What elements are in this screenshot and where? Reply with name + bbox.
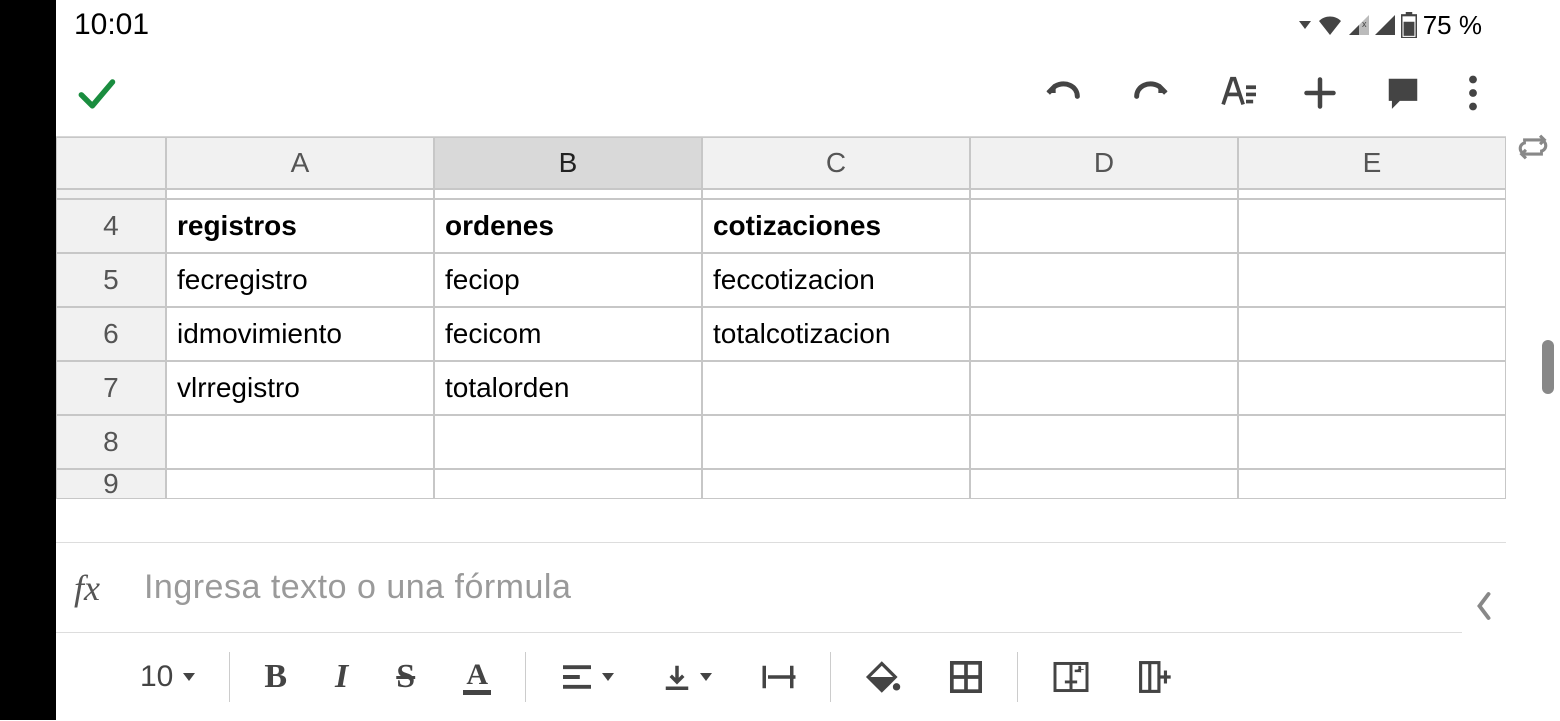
strike-button[interactable]: S xyxy=(372,633,439,721)
cell-A8[interactable] xyxy=(166,415,434,469)
svg-text:+: + xyxy=(1077,662,1084,676)
cell-E9[interactable] xyxy=(1238,469,1506,499)
insert-col-button[interactable] xyxy=(1114,633,1196,721)
cell-D4[interactable] xyxy=(970,199,1238,253)
cell-D9[interactable] xyxy=(970,469,1238,499)
cell-A5[interactable]: fecregistro xyxy=(166,253,434,307)
status-time: 10:01 xyxy=(74,8,149,42)
row-spacer xyxy=(56,189,166,199)
cell-C8[interactable] xyxy=(702,415,970,469)
format-toolbar: 10 B I S A xyxy=(56,632,1506,720)
cell-C6[interactable]: totalcotizacion xyxy=(702,307,970,361)
collapse-chevron[interactable] xyxy=(1462,566,1506,646)
col-header-B[interactable]: B xyxy=(434,137,702,189)
more-button[interactable] xyxy=(1468,75,1478,111)
cell-C9[interactable] xyxy=(702,469,970,499)
row-header-4[interactable]: 4 xyxy=(56,199,166,253)
cell-B7[interactable]: totalorden xyxy=(434,361,702,415)
font-size-dropdown[interactable]: 10 xyxy=(116,633,219,721)
cell-E4[interactable] xyxy=(1238,199,1506,253)
redo-button[interactable] xyxy=(1130,73,1170,113)
cell-C5[interactable]: feccotizacion xyxy=(702,253,970,307)
merge-button[interactable]: + xyxy=(1028,633,1114,721)
status-right: x 75 % xyxy=(1295,10,1482,41)
left-black-bar xyxy=(0,0,56,720)
add-button[interactable] xyxy=(1302,75,1338,111)
battery-pct: 75 % xyxy=(1423,10,1482,41)
italic-button[interactable]: I xyxy=(311,633,372,721)
cell-D6[interactable] xyxy=(970,307,1238,361)
cell-D5[interactable] xyxy=(970,253,1238,307)
col-header-C[interactable]: C xyxy=(702,137,970,189)
right-rail xyxy=(1506,0,1560,720)
cell-E6[interactable] xyxy=(1238,307,1506,361)
formula-input[interactable]: Ingresa texto o una fórmula xyxy=(144,568,1488,607)
wrap-button[interactable] xyxy=(736,633,820,721)
cell-B9[interactable] xyxy=(434,469,702,499)
cell-B8[interactable] xyxy=(434,415,702,469)
row-header-5[interactable]: 5 xyxy=(56,253,166,307)
undo-button[interactable] xyxy=(1044,73,1084,113)
cell-A4[interactable]: registros xyxy=(166,199,434,253)
wifi-icon xyxy=(1317,15,1343,35)
spreadsheet-grid[interactable]: ABCDE 4registrosordenescotizaciones 5fecre… xyxy=(56,136,1506,542)
cell-A9[interactable] xyxy=(166,469,434,499)
col-header-A[interactable]: A xyxy=(166,137,434,189)
grid-corner[interactable] xyxy=(56,137,166,189)
cell-D8[interactable] xyxy=(970,415,1238,469)
row-header-8[interactable]: 8 xyxy=(56,415,166,469)
cell-B6[interactable]: fecicom xyxy=(434,307,702,361)
rotate-icon[interactable] xyxy=(1516,130,1550,169)
bold-button[interactable]: B xyxy=(240,633,311,721)
cell-C7[interactable] xyxy=(702,361,970,415)
text-format-button[interactable] xyxy=(1216,73,1256,113)
cell-E8[interactable] xyxy=(1238,415,1506,469)
svg-text:x: x xyxy=(1362,19,1367,29)
signal-1-icon: x xyxy=(1349,15,1369,35)
text-color-button[interactable]: A xyxy=(439,633,515,721)
v-align-button[interactable] xyxy=(638,633,736,721)
row-header-7[interactable]: 7 xyxy=(56,361,166,415)
cell-D7[interactable] xyxy=(970,361,1238,415)
cell-B4[interactable]: ordenes xyxy=(434,199,702,253)
status-bar: 10:01 x 75 % xyxy=(56,0,1506,50)
dropdown-indicator-icon xyxy=(1295,21,1311,29)
cell-A6[interactable]: idmovimiento xyxy=(166,307,434,361)
row-header-6[interactable]: 6 xyxy=(56,307,166,361)
h-align-button[interactable] xyxy=(536,633,638,721)
signal-2-icon xyxy=(1375,15,1395,35)
formula-bar[interactable]: fx Ingresa texto o una fórmula xyxy=(56,542,1506,632)
accept-button[interactable] xyxy=(74,71,118,115)
col-header-D[interactable]: D xyxy=(970,137,1238,189)
cell-E7[interactable] xyxy=(1238,361,1506,415)
fx-label: fx xyxy=(74,567,114,609)
cell-B5[interactable]: feciop xyxy=(434,253,702,307)
scrollbar-thumb[interactable] xyxy=(1542,340,1554,394)
comment-button[interactable] xyxy=(1384,74,1422,112)
app-toolbar xyxy=(56,50,1506,136)
row-header-9[interactable]: 9 xyxy=(56,469,166,499)
cell-E5[interactable] xyxy=(1238,253,1506,307)
cell-C4[interactable]: cotizaciones xyxy=(702,199,970,253)
cell-A7[interactable]: vlrregistro xyxy=(166,361,434,415)
col-header-E[interactable]: E xyxy=(1238,137,1506,189)
borders-button[interactable] xyxy=(925,633,1007,721)
fill-color-button[interactable] xyxy=(841,633,925,721)
battery-icon xyxy=(1401,12,1417,38)
